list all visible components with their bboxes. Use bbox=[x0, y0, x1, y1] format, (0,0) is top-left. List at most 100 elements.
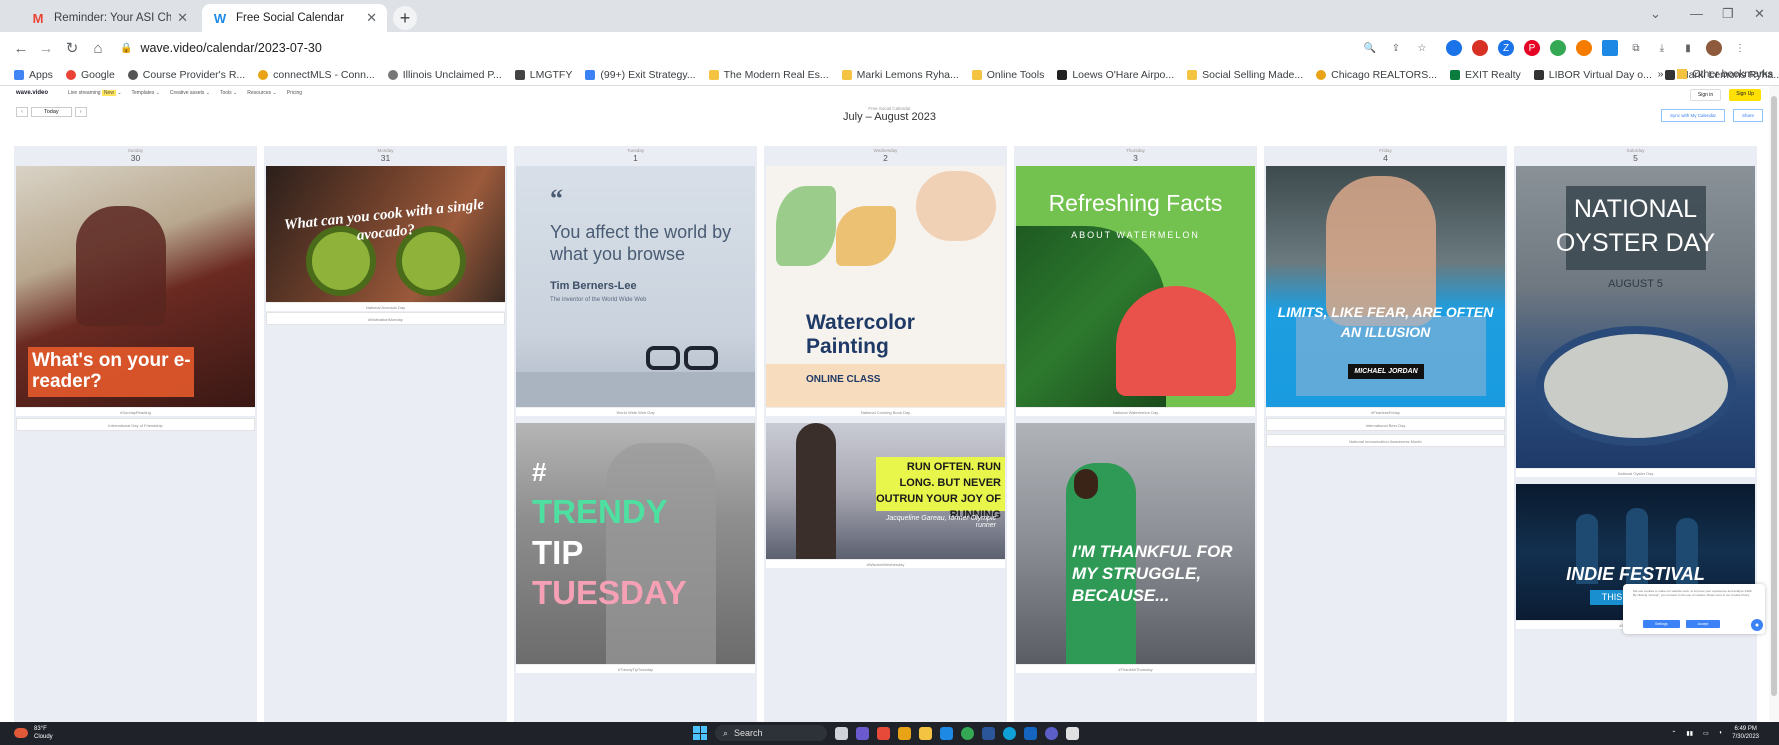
close-icon[interactable]: ✕ bbox=[177, 10, 188, 26]
bookmark-icon bbox=[387, 69, 398, 80]
sidepanel-icon[interactable]: ▮ bbox=[1680, 40, 1696, 56]
word-icon[interactable] bbox=[982, 726, 995, 740]
cookie-accept-button[interactable]: Accept bbox=[1685, 620, 1721, 628]
sync-calendar-button[interactable]: Sync with My Calendar bbox=[1660, 109, 1725, 122]
chrome-icon[interactable] bbox=[961, 726, 974, 740]
store-icon[interactable] bbox=[940, 726, 953, 740]
post-card[interactable]: What can you cook with a single avocado?… bbox=[266, 166, 505, 311]
download-icon[interactable]: ⤓ bbox=[1654, 40, 1670, 56]
nav-templates[interactable]: Templates ⌄ bbox=[132, 90, 160, 96]
forward-icon[interactable]: → bbox=[36, 38, 56, 58]
close-icon[interactable]: ✕ bbox=[366, 10, 377, 26]
post-card[interactable]: “ You affect the world by what you brows… bbox=[516, 166, 755, 416]
nav-pricing[interactable]: Pricing bbox=[287, 90, 302, 96]
bookmark[interactable]: connectMLS - Conn... bbox=[258, 69, 375, 81]
network-icon[interactable]: ▮▮ bbox=[1686, 730, 1693, 737]
window-close-icon[interactable]: ✕ bbox=[1754, 6, 1765, 22]
post-card[interactable]: Watercolor Painting ONLINE CLASS Nationa… bbox=[766, 166, 1005, 416]
teams-icon[interactable] bbox=[856, 726, 869, 740]
extension-icon[interactable] bbox=[1550, 40, 1566, 56]
share-button[interactable]: Share bbox=[1732, 109, 1763, 122]
volume-icon[interactable]: ◖ bbox=[1719, 730, 1723, 736]
app-icon[interactable] bbox=[1045, 726, 1058, 740]
bookmark[interactable]: (99+) Exit Strategy... bbox=[585, 69, 696, 81]
puzzle-icon[interactable]: ⧉ bbox=[1628, 40, 1644, 56]
new-tab-button[interactable]: + bbox=[393, 6, 417, 30]
windows-start-icon[interactable] bbox=[693, 726, 707, 740]
menu-icon[interactable]: ⋮ bbox=[1732, 40, 1748, 56]
folder-icon bbox=[971, 69, 982, 80]
tab-social-calendar[interactable]: W Free Social Calendar ✕ bbox=[202, 4, 387, 32]
bookmark[interactable]: EXIT Realty bbox=[1449, 69, 1521, 81]
star-icon[interactable]: ☆ bbox=[1414, 40, 1430, 56]
bookmark[interactable]: Illinois Unclaimed P... bbox=[387, 69, 502, 81]
extension-icon[interactable] bbox=[1576, 40, 1592, 56]
minimize-icon[interactable]: — bbox=[1690, 6, 1703, 21]
extension-icon[interactable] bbox=[1602, 40, 1618, 56]
glasses-lens bbox=[684, 346, 718, 370]
post-card[interactable]: Refreshing Facts ABOUT WATERMELON Nation… bbox=[1016, 166, 1255, 416]
weather-widget[interactable]: 83°F Cloudy bbox=[14, 725, 53, 741]
event-tag[interactable]: International Beer Day bbox=[1266, 418, 1505, 431]
nav-live-streaming[interactable]: Live streaming New ⌄ bbox=[68, 90, 122, 96]
post-card[interactable]: LIMITS, LIKE FEAR, ARE OFTEN AN ILLUSION… bbox=[1266, 166, 1505, 416]
bookmark[interactable]: Google bbox=[65, 69, 115, 81]
file-explorer-icon[interactable] bbox=[919, 726, 932, 740]
cookie-banner: We use cookies to make our website work,… bbox=[1623, 584, 1765, 634]
extension-icon[interactable] bbox=[1472, 40, 1488, 56]
nav-tools[interactable]: Tools ⌄ bbox=[220, 90, 237, 96]
bookmark[interactable]: Loews O'Hare Airpo... bbox=[1057, 69, 1174, 81]
clock[interactable]: 6:49 PM 7/30/2023 bbox=[1732, 725, 1759, 741]
share-icon[interactable]: ⇪ bbox=[1388, 40, 1404, 56]
sign-in-button[interactable]: Sign in bbox=[1689, 89, 1722, 101]
event-tag[interactable]: #MotivationMonday bbox=[266, 312, 505, 325]
avatar[interactable] bbox=[1706, 40, 1722, 56]
extension-icon[interactable] bbox=[1446, 40, 1462, 56]
bookmark-folder[interactable]: Marki Lemons Ryha... bbox=[841, 69, 959, 81]
tab-gmail[interactable]: M Reminder: Your ASI Chicago Po ✕ bbox=[20, 4, 198, 32]
chat-icon[interactable]: ● bbox=[1751, 619, 1763, 631]
maximize-icon[interactable]: ❐ bbox=[1722, 6, 1734, 22]
page-scrollbar[interactable] bbox=[1769, 86, 1779, 722]
back-icon[interactable]: ← bbox=[11, 38, 31, 58]
post-card[interactable]: # TRENDY TIP TUESDAY #TrendyTipTuesday bbox=[516, 423, 755, 673]
extension-icon[interactable]: Z bbox=[1498, 40, 1514, 56]
event-tag[interactable]: National Immunization Awareness Month bbox=[1266, 434, 1505, 447]
scrollbar-thumb[interactable] bbox=[1771, 96, 1777, 696]
taskview-icon[interactable] bbox=[835, 726, 848, 740]
reload-icon[interactable]: ↻ bbox=[62, 38, 82, 58]
tab-search-icon[interactable]: ⌄ bbox=[1650, 6, 1661, 22]
app-icon[interactable] bbox=[1066, 726, 1079, 740]
app-icon[interactable] bbox=[877, 726, 890, 740]
event-tag[interactable]: International Day of Friendship bbox=[16, 418, 255, 431]
address-bar[interactable]: 🔒 wave.video/calendar/2023-07-30 bbox=[120, 36, 1405, 60]
app-icon[interactable] bbox=[898, 726, 911, 740]
post-card[interactable]: What's on your e-reader? #SundayReading bbox=[16, 166, 255, 416]
home-icon[interactable]: ⌂ bbox=[88, 38, 108, 58]
sign-up-button[interactable]: Sign Up bbox=[1729, 89, 1761, 101]
cookie-settings-button[interactable]: Settings bbox=[1643, 620, 1680, 628]
bookmark[interactable]: LMGTFY bbox=[514, 69, 572, 81]
nav-resources[interactable]: Resources ⌄ bbox=[247, 90, 277, 96]
taskbar-search[interactable]: ⌕ Search bbox=[715, 725, 827, 741]
site-logo[interactable]: wave.video bbox=[16, 90, 48, 96]
edge-icon[interactable] bbox=[1003, 726, 1016, 740]
pinterest-icon[interactable]: P bbox=[1524, 40, 1540, 56]
bookmark[interactable]: Chicago REALTORS... bbox=[1316, 69, 1437, 81]
chevron-up-icon[interactable]: ⌃ bbox=[1671, 730, 1676, 737]
display-icon[interactable]: ▭ bbox=[1703, 730, 1709, 737]
bookmark[interactable]: Course Provider's R... bbox=[127, 69, 245, 81]
zoom-icon[interactable]: 🔍 bbox=[1362, 40, 1378, 56]
post-card[interactable]: I'M THANKFUL FOR MY STRUGGLE, BECAUSE...… bbox=[1016, 423, 1255, 673]
post-card[interactable]: RUN OFTEN. RUN LONG. BUT NEVER OUTRUN YO… bbox=[766, 423, 1005, 568]
bookmark[interactable]: Apps bbox=[14, 69, 53, 81]
bookmark-folder[interactable]: Online Tools bbox=[971, 69, 1044, 81]
other-bookmarks[interactable]: Other bookmarks bbox=[1692, 68, 1773, 80]
nav-creative-assets[interactable]: Creative assets ⌄ bbox=[170, 90, 210, 96]
bookmark[interactable]: LIBOR Virtual Day o... bbox=[1533, 69, 1652, 81]
post-card[interactable]: NATIONAL OYSTER DAY AUGUST 5 National Oy… bbox=[1516, 166, 1755, 477]
bookmark-folder[interactable]: The Modern Real Es... bbox=[708, 69, 829, 81]
bookmark-folder[interactable]: Social Selling Made... bbox=[1187, 69, 1303, 81]
app-icon[interactable] bbox=[1024, 726, 1037, 740]
more-bookmarks-button[interactable]: » bbox=[1658, 68, 1664, 80]
